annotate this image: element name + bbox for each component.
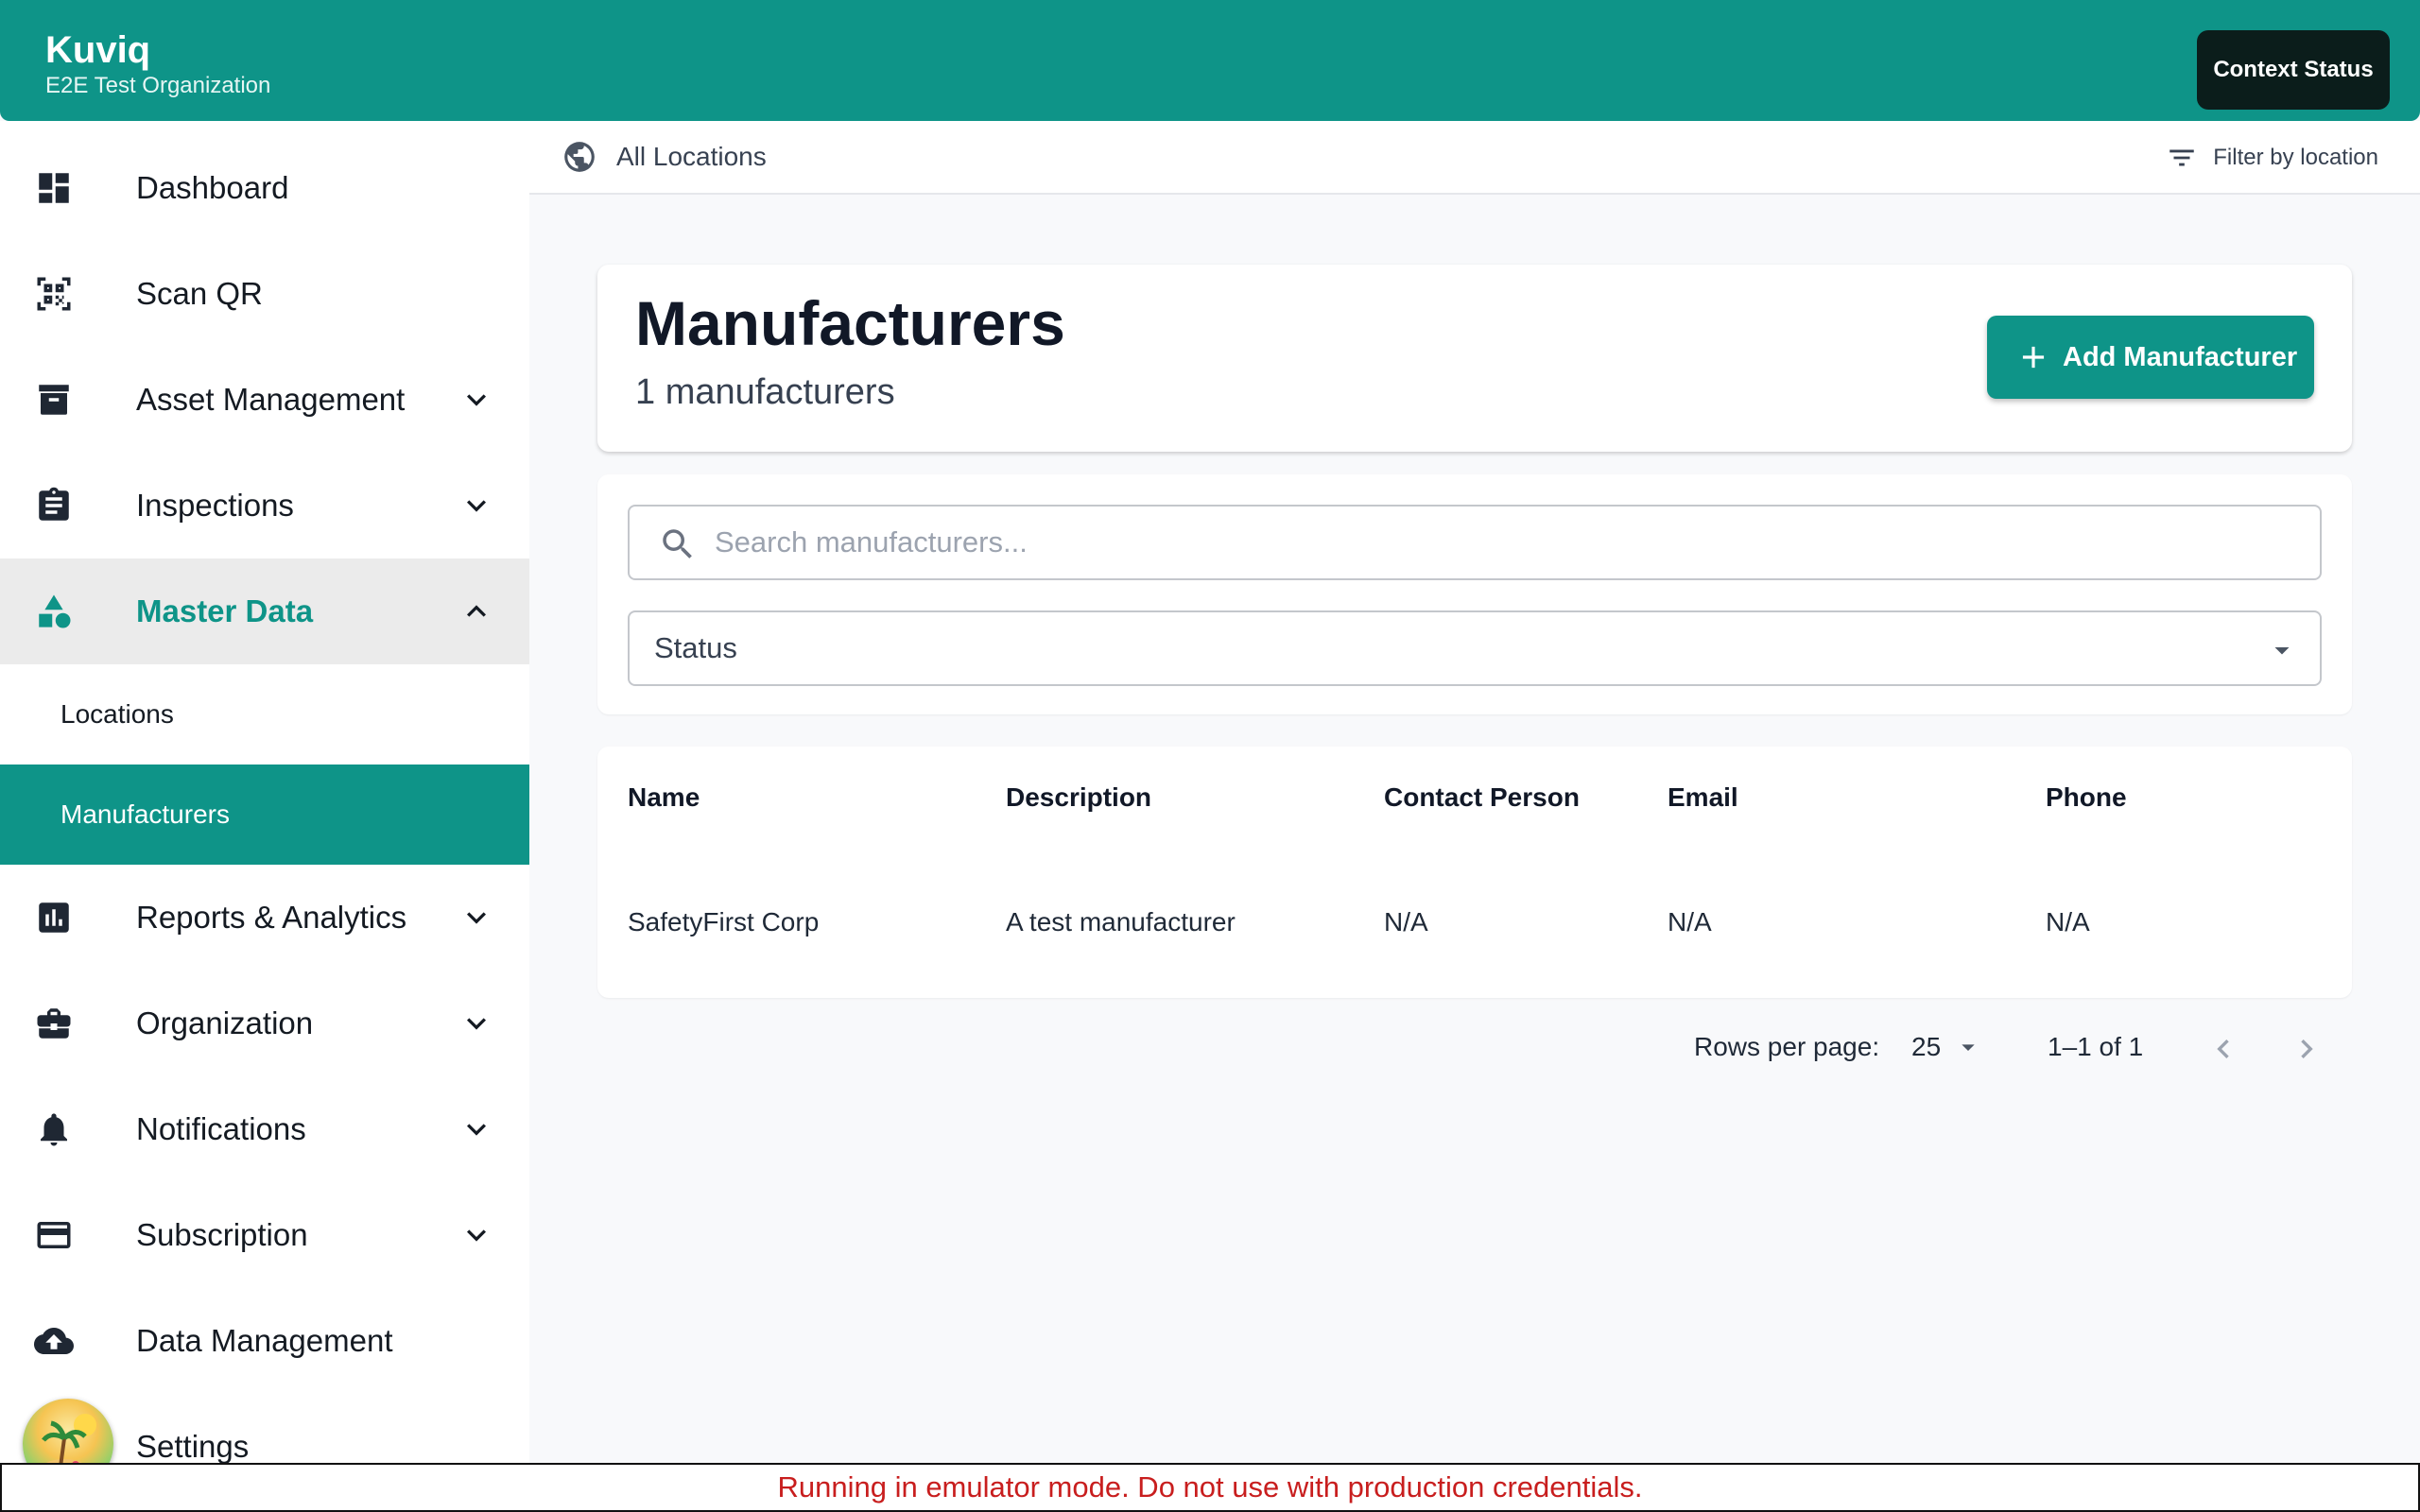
sidebar-item-subscription[interactable]: Subscription xyxy=(0,1182,529,1288)
filter-card: Status xyxy=(597,474,2352,714)
current-location: All Locations xyxy=(616,142,767,171)
manufacturers-table: Name Description Contact Person Email Ph… xyxy=(597,747,2352,998)
cell-name: SafetyFirst Corp xyxy=(628,907,820,936)
cell-description: A test manufacturer xyxy=(1006,907,1236,936)
emulator-warning-banner: Running in emulator mode. Do not use wit… xyxy=(0,1463,2420,1512)
sidebar-item-asset-management[interactable]: Asset Management xyxy=(0,347,529,453)
brand[interactable]: Kuviq E2E Test Organization xyxy=(45,28,270,100)
sidebar-item-master-data[interactable]: Master Data xyxy=(0,558,529,664)
app-header: Kuviq E2E Test Organization Context Stat… xyxy=(0,0,2420,121)
archive-icon xyxy=(34,380,74,420)
chevron-up-icon xyxy=(458,593,495,630)
sidebar-item-label: Subscription xyxy=(136,1217,308,1252)
caret-down-icon xyxy=(2274,647,2290,655)
add-manufacturer-label: Add Manufacturer xyxy=(2063,341,2298,372)
sidebar-item-label: Data Management xyxy=(136,1323,393,1358)
column-header-name[interactable]: Name xyxy=(628,782,700,813)
chevron-down-icon xyxy=(458,1216,495,1254)
sidebar-item-inspections[interactable]: Inspections xyxy=(0,453,529,558)
cell-email: N/A xyxy=(1668,907,1712,936)
previous-page-button[interactable] xyxy=(2204,1030,2242,1068)
location-bar: All Locations Filter by location xyxy=(529,121,2420,195)
status-select-label: Status xyxy=(654,631,737,664)
bell-icon xyxy=(34,1109,74,1149)
filter-list-icon xyxy=(2169,149,2194,166)
manufacturer-count: 1 manufacturers xyxy=(635,372,895,412)
chevron-down-icon xyxy=(458,487,495,524)
context-status-button[interactable]: Context Status xyxy=(2197,30,2390,110)
organization-name: E2E Test Organization xyxy=(45,73,271,98)
chevron-down-icon xyxy=(458,1005,495,1042)
sidebar-item-organization[interactable]: Organization xyxy=(0,971,529,1076)
shapes-icon xyxy=(34,592,74,631)
briefcase-icon xyxy=(34,1004,74,1043)
sidebar-subitem-label: Locations xyxy=(60,699,174,729)
chevron-down-icon xyxy=(458,1110,495,1148)
cell-contact-person: N/A xyxy=(1384,907,1428,936)
add-manufacturer-button[interactable]: Add Manufacturer xyxy=(1987,316,2314,399)
rows-per-page-select[interactable]: 25 xyxy=(1911,1028,1979,1066)
chevron-down-icon xyxy=(458,381,495,419)
sidebar-item-label: Reports & Analytics xyxy=(136,900,407,935)
filter-by-location-button[interactable]: Filter by location xyxy=(2166,142,2378,174)
rows-per-page-label: Rows per page: xyxy=(1694,1032,1880,1061)
sidebar-subitem-manufacturers[interactable]: Manufacturers xyxy=(0,765,529,865)
sidebar-item-label: Notifications xyxy=(136,1111,306,1146)
pagination-range: 1–1 of 1 xyxy=(2048,1032,2144,1061)
globe-icon xyxy=(564,142,595,172)
search-icon xyxy=(663,529,692,558)
search-field xyxy=(628,505,2322,580)
sidebar-item-label: Master Data xyxy=(136,593,314,628)
column-header-phone[interactable]: Phone xyxy=(2046,782,2127,813)
status-select[interactable]: Status xyxy=(628,610,2322,686)
sidebar-item-label: Settings xyxy=(136,1429,250,1464)
sidebar-item-scan-qr[interactable]: Scan QR xyxy=(0,241,529,347)
sidebar-item-reports-analytics[interactable]: Reports & Analytics xyxy=(0,865,529,971)
sidebar: Dashboard Scan QR Asset Management Inspe… xyxy=(0,121,529,1512)
caret-down-icon xyxy=(1962,1044,1975,1051)
plus-icon xyxy=(2022,346,2045,369)
sidebar-item-data-management[interactable]: Data Management xyxy=(0,1288,529,1394)
dashboard-icon xyxy=(34,168,74,208)
sidebar-item-notifications[interactable]: Notifications xyxy=(0,1076,529,1182)
emulator-warning-text: Running in emulator mode. Do not use wit… xyxy=(777,1470,1643,1503)
sidebar-subitem-locations[interactable]: Locations xyxy=(0,664,529,765)
sidebar-item-dashboard[interactable]: Dashboard xyxy=(0,135,529,241)
sidebar-item-label: Dashboard xyxy=(136,170,289,205)
search-input[interactable] xyxy=(715,518,2303,567)
next-page-button[interactable] xyxy=(2288,1030,2325,1068)
cell-phone: N/A xyxy=(2046,907,2090,936)
sidebar-item-label: Asset Management xyxy=(136,382,406,417)
column-header-description[interactable]: Description xyxy=(1006,782,1151,813)
column-header-email[interactable]: Email xyxy=(1668,782,1738,813)
brand-name: Kuviq xyxy=(45,29,151,71)
clipboard-icon xyxy=(34,486,74,525)
credit-card-icon xyxy=(34,1215,74,1255)
filter-by-location-label: Filter by location xyxy=(2213,145,2378,170)
chevron-right-icon xyxy=(2301,1040,2313,1058)
chevron-left-icon xyxy=(2217,1040,2229,1058)
sidebar-subitem-label: Manufacturers xyxy=(60,799,230,829)
bar-chart-icon xyxy=(34,898,74,937)
sidebar-item-label: Scan QR xyxy=(136,276,263,311)
location-selector[interactable]: All Locations xyxy=(562,139,767,175)
qr-scan-icon xyxy=(34,274,74,314)
rows-per-page-value: 25 xyxy=(1911,1032,1942,1061)
page-header-card: Manufacturers 1 manufacturers Add Manufa… xyxy=(597,265,2352,452)
chevron-down-icon xyxy=(458,899,495,936)
sidebar-item-label: Inspections xyxy=(136,488,294,523)
page-title: Manufacturers xyxy=(635,288,1065,358)
cloud-upload-icon xyxy=(34,1321,74,1361)
sidebar-item-label: Organization xyxy=(136,1005,314,1040)
column-header-contact-person[interactable]: Contact Person xyxy=(1384,782,1580,813)
